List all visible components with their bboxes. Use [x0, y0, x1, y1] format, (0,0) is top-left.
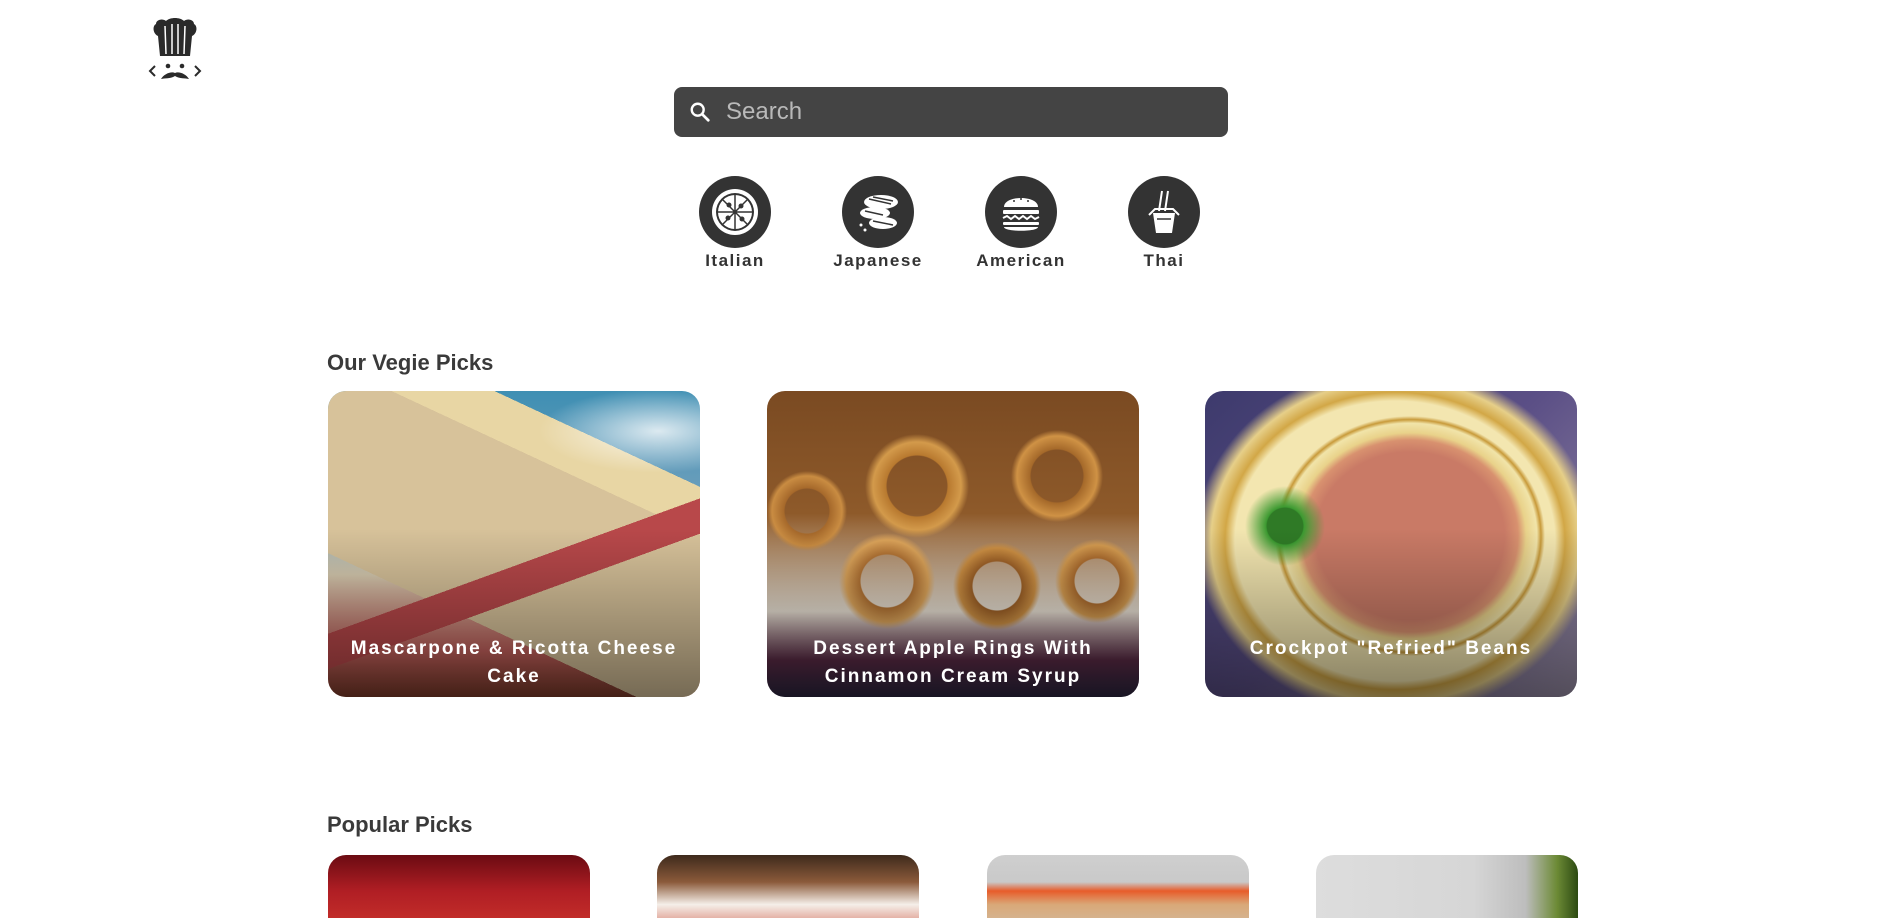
search-icon — [688, 100, 712, 124]
popular-card[interactable] — [657, 855, 919, 918]
recipe-image — [987, 855, 1249, 918]
recipe-image — [328, 855, 590, 918]
popular-card[interactable] — [1316, 855, 1578, 918]
category-label: Japanese — [833, 251, 923, 270]
category-label: Italian — [705, 251, 765, 270]
noodle-box-icon — [1128, 176, 1200, 248]
burger-icon — [985, 176, 1057, 248]
category-label: Thai — [1143, 251, 1185, 270]
category-japanese[interactable]: Japanese — [823, 176, 933, 271]
popular-card[interactable] — [987, 855, 1249, 918]
recipe-title: Crockpot "Refried" Beans — [1249, 638, 1533, 659]
cuisine-categories: Italian Japanese American Thai — [680, 176, 1220, 271]
vegie-card[interactable]: Dessert Apple Rings With Cinnamon Cream … — [767, 391, 1139, 697]
vegie-card[interactable]: Crockpot "Refried" Beans — [1205, 391, 1577, 697]
popular-section-title: Popular Picks — [327, 812, 473, 837]
chef-logo-icon[interactable] — [148, 18, 202, 92]
category-american[interactable]: American — [966, 176, 1076, 271]
recipe-title: Dessert Apple Rings With Cinnamon Cream … — [813, 638, 1093, 687]
search-bar[interactable] — [674, 87, 1228, 137]
search-input[interactable] — [726, 87, 1228, 137]
recipe-title: Mascarpone & Ricotta Cheese Cake — [350, 638, 678, 687]
category-italian[interactable]: Italian — [680, 176, 790, 271]
page: Italian Japanese — [0, 0, 1882, 918]
recipe-image — [657, 855, 919, 918]
pizza-icon — [699, 176, 771, 248]
vegie-section-title: Our Vegie Picks — [327, 350, 494, 375]
vegie-card[interactable]: Mascarpone & Ricotta Cheese Cake — [328, 391, 700, 697]
category-label: American — [976, 251, 1066, 270]
recipe-image — [1316, 855, 1578, 918]
popular-card[interactable] — [328, 855, 590, 918]
category-thai[interactable]: Thai — [1109, 176, 1219, 271]
sushi-icon — [842, 176, 914, 248]
